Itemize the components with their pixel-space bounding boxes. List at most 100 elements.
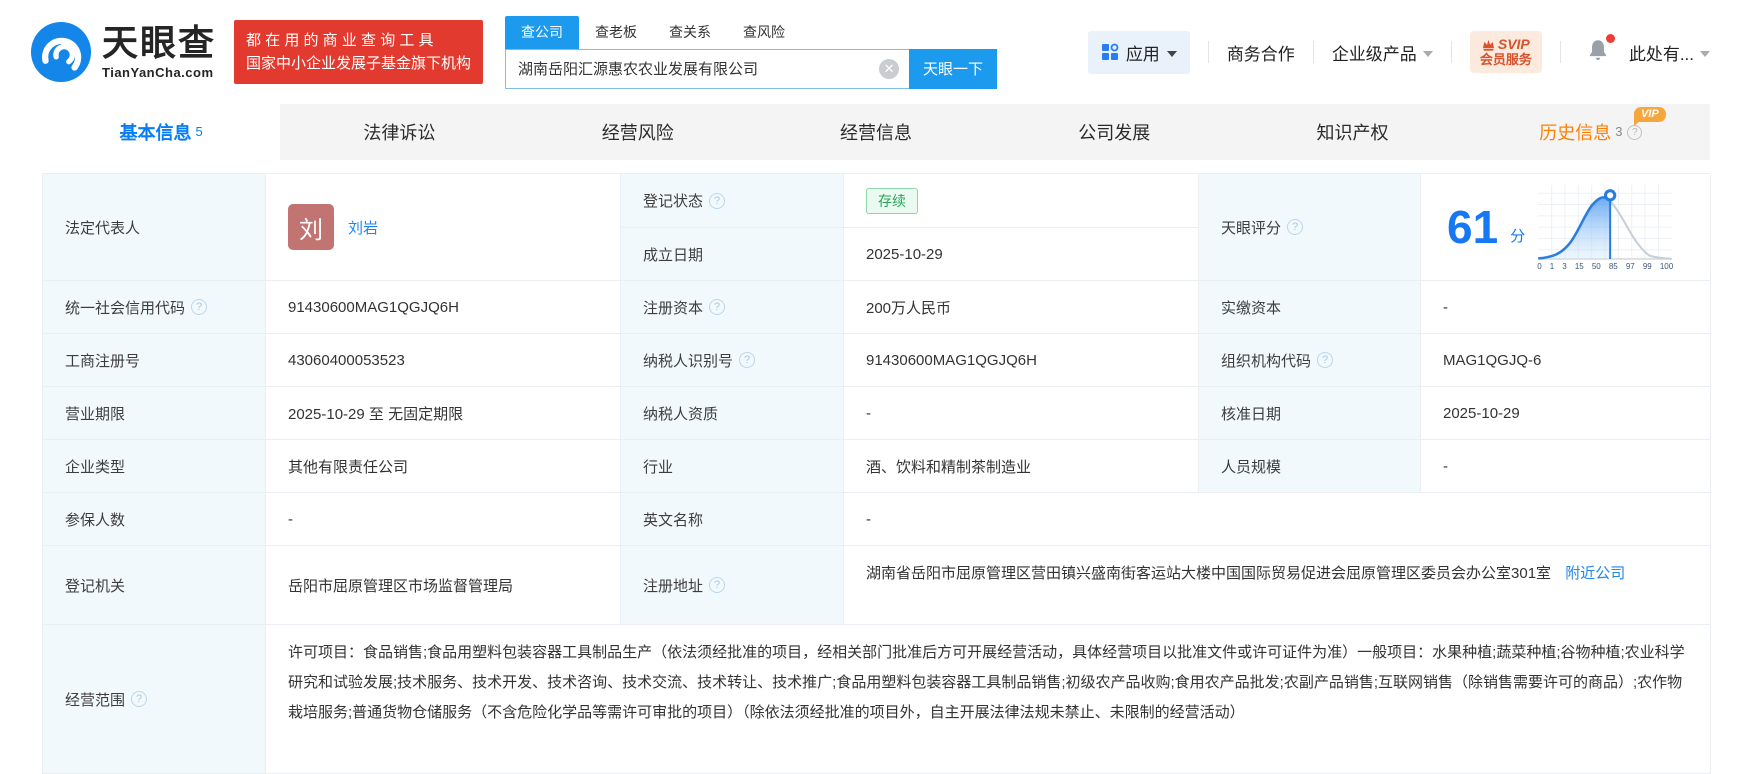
field-label-english-name: 英文名称 bbox=[621, 493, 844, 546]
value-text: - bbox=[1443, 298, 1448, 316]
label-text: 工商注册号 bbox=[65, 352, 141, 370]
account-menu[interactable]: 此处有... bbox=[1629, 40, 1710, 65]
label-text: 组织机构代码 bbox=[1221, 352, 1312, 370]
tab-basic-info[interactable]: 基本信息 5 bbox=[42, 104, 281, 160]
tab-operating-info[interactable]: 经营信息 bbox=[757, 104, 995, 160]
nav-cooperation[interactable]: 商务合作 bbox=[1227, 40, 1295, 65]
field-label-business-term: 营业期限 bbox=[43, 387, 266, 440]
value-text: 岳阳市屈原管理区市场监督管理局 bbox=[288, 577, 514, 595]
value-text: 酒、饮料和精制茶制造业 bbox=[866, 458, 1032, 476]
field-label-staff-size: 人员规模 bbox=[1199, 440, 1421, 493]
promo-line1: 都 在 用 的 商 业 查 询 工 具 bbox=[246, 32, 434, 49]
tab-operating-risk[interactable]: 经营风险 bbox=[519, 104, 757, 160]
divider bbox=[1450, 41, 1452, 63]
label-text: 英文名称 bbox=[643, 511, 704, 529]
apps-label: 应用 bbox=[1125, 44, 1160, 64]
help-icon[interactable] bbox=[709, 299, 726, 315]
label-text: 行业 bbox=[643, 458, 674, 476]
help-icon[interactable] bbox=[739, 352, 756, 368]
label-text: 登记机关 bbox=[65, 577, 126, 595]
help-icon[interactable] bbox=[131, 691, 148, 707]
field-value-reg-address: 湖南省岳阳市屈原管理区营田镇兴盛南街客运站大楼中国国际贸易促进会屈原管理区委员会… bbox=[844, 546, 1711, 625]
value-text: - bbox=[866, 404, 871, 422]
label-text: 法定代表人 bbox=[65, 219, 141, 237]
brand-domain: TianYanCha.com bbox=[102, 65, 214, 80]
field-label-company-type: 企业类型 bbox=[43, 440, 266, 493]
field-value-reg-capital: 200万人民币 bbox=[844, 281, 1199, 334]
label-text: 核准日期 bbox=[1221, 405, 1282, 423]
field-value-english-name: - bbox=[844, 493, 1711, 546]
help-icon[interactable] bbox=[1287, 219, 1304, 235]
value-text: 200万人民币 bbox=[866, 299, 952, 317]
help-icon[interactable] bbox=[709, 577, 726, 593]
field-value-reg-authority: 岳阳市屈原管理区市场监督管理局 bbox=[266, 546, 621, 625]
field-label-score: 天眼评分 bbox=[1199, 174, 1421, 281]
help-icon[interactable] bbox=[191, 299, 208, 315]
field-value-reg-status: 存续 bbox=[844, 174, 1199, 228]
search-area: 查公司 查老板 查关系 查风险 ✕ 天眼一下 bbox=[505, 15, 998, 89]
tab-legal[interactable]: 法律诉讼 bbox=[280, 104, 518, 160]
legal-rep-link[interactable]: 刘岩 bbox=[348, 217, 378, 238]
search-tab-company[interactable]: 查公司 bbox=[505, 15, 580, 49]
apps-grid-icon bbox=[1101, 43, 1119, 60]
chart-x-ticks: 01 3 15 50 85 97 99 100 bbox=[1537, 262, 1674, 271]
divider bbox=[1207, 41, 1209, 63]
avatar[interactable]: 刘 bbox=[288, 204, 334, 250]
help-icon[interactable]: ? bbox=[1627, 124, 1643, 140]
value-text: - bbox=[288, 510, 293, 528]
tianyancha-logo-icon bbox=[30, 21, 92, 83]
chevron-down-icon bbox=[1700, 50, 1710, 57]
field-label-reg-address: 注册地址 bbox=[621, 546, 844, 625]
crown-icon bbox=[1482, 39, 1494, 51]
notification-bell[interactable] bbox=[1585, 33, 1615, 68]
field-value-score: 61 分 0 1 3 15 50 85 97 99 100 bbox=[1421, 174, 1711, 281]
label-text: 登记状态 bbox=[643, 193, 704, 210]
field-label-industry: 行业 bbox=[621, 440, 844, 493]
value-text: 2025-10-29 bbox=[866, 245, 943, 263]
tab-company-development[interactable]: 公司发展 bbox=[995, 104, 1233, 160]
field-label-reg-authority: 登记机关 bbox=[43, 546, 266, 625]
promo-badge: 都 在 用 的 商 业 查 询 工 具 国家中小企业发展子基金旗下机构 bbox=[234, 20, 484, 84]
nearby-companies-link[interactable]: 附近公司 bbox=[1565, 565, 1625, 582]
label-text: 人员规模 bbox=[1221, 458, 1282, 476]
search-tab-risk[interactable]: 查风险 bbox=[727, 16, 801, 49]
search-input[interactable] bbox=[505, 48, 910, 89]
label-text: 注册资本 bbox=[643, 299, 704, 317]
notification-dot bbox=[1605, 33, 1615, 43]
tab-history-info[interactable]: VIP 历史信息 3 ? bbox=[1472, 104, 1710, 160]
svip-label: SVIP bbox=[1497, 36, 1530, 53]
status-badge: 存续 bbox=[866, 187, 918, 214]
value-text: 其他有限责任公司 bbox=[288, 458, 409, 476]
tab-intellectual-property[interactable]: 知识产权 bbox=[1233, 104, 1471, 160]
value-text: MAG1QGJQ-6 bbox=[1443, 351, 1542, 369]
field-label-insured-count: 参保人数 bbox=[43, 493, 266, 546]
field-label-reg-capital: 注册资本 bbox=[621, 281, 844, 334]
brand-name: 天眼查 bbox=[102, 22, 217, 63]
label-text: 注册地址 bbox=[643, 577, 704, 595]
search-tab-boss[interactable]: 查老板 bbox=[579, 16, 653, 49]
label-text: 纳税人资质 bbox=[643, 405, 719, 423]
field-label-paid-capital: 实缴资本 bbox=[1199, 281, 1421, 334]
label-text: 企业类型 bbox=[65, 458, 126, 476]
nav-enterprise[interactable]: 企业级产品 bbox=[1332, 40, 1433, 65]
company-info-table: 法定代表人 刘 刘岩 登记状态 存续 成立日期 2025-10-29 天眼评分 … bbox=[42, 173, 1711, 774]
help-icon[interactable] bbox=[1317, 352, 1334, 368]
field-label-approval-date: 核准日期 bbox=[1199, 387, 1421, 440]
clear-icon[interactable]: ✕ bbox=[879, 58, 900, 79]
field-value-taxpayer-quality: - bbox=[844, 387, 1199, 440]
tianyancha-logo[interactable]: 天眼查 TianYanCha.com bbox=[30, 21, 216, 83]
tab-count: 5 bbox=[195, 123, 203, 139]
search-tab-relation[interactable]: 查关系 bbox=[653, 16, 727, 49]
svip-service-badge[interactable]: SVIP 会员服务 bbox=[1469, 31, 1542, 73]
svip-service-label: 会员服务 bbox=[1479, 51, 1532, 67]
tab-label: 法律诉讼 bbox=[363, 123, 436, 143]
field-label-est-date: 成立日期 bbox=[621, 228, 844, 281]
apps-menu[interactable]: 应用 bbox=[1087, 30, 1190, 74]
field-value-staff-size: - bbox=[1421, 440, 1711, 493]
score-distribution-chart: 01 3 15 50 85 97 99 100 bbox=[1537, 183, 1673, 271]
value-text: 2025-10-29 bbox=[1443, 404, 1520, 422]
label-text: 经营范围 bbox=[65, 691, 126, 709]
section-tabbar: 基本信息 5 法律诉讼 经营风险 经营信息 公司发展 知识产权 VIP 历史信息… bbox=[42, 104, 1710, 160]
help-icon[interactable] bbox=[709, 192, 726, 209]
search-button[interactable]: 天眼一下 bbox=[909, 48, 998, 89]
